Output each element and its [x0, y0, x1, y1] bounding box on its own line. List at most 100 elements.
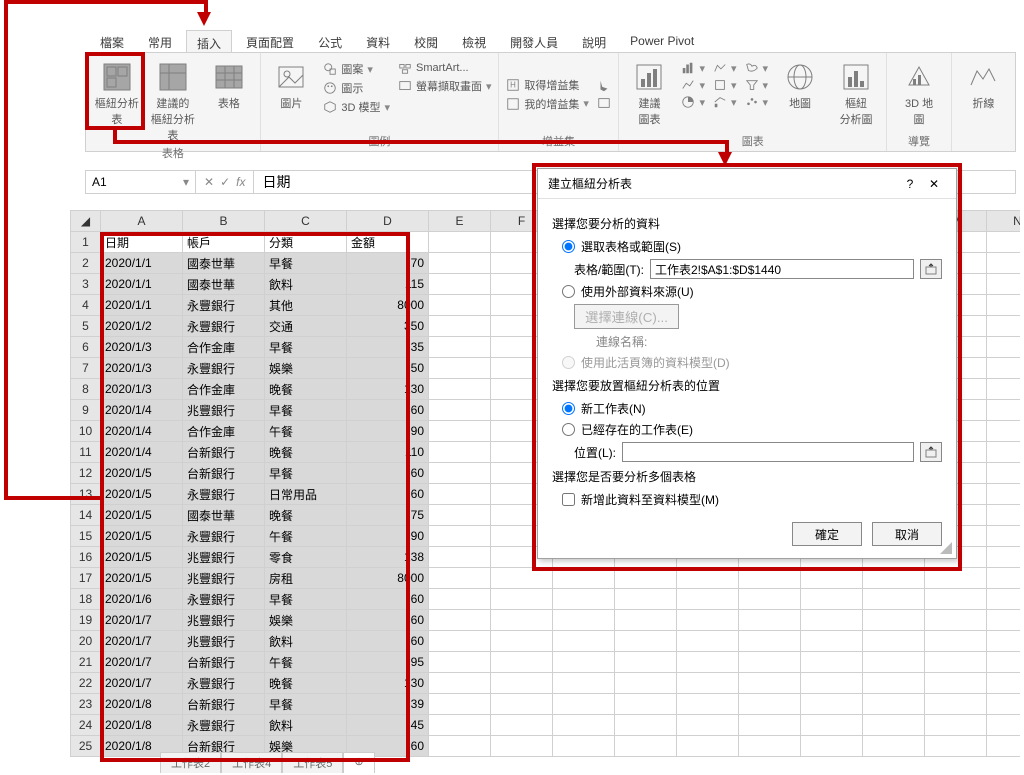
new-sheet-button[interactable]: ⊕ [343, 752, 374, 773]
grid-cell[interactable]: 永豐銀行 [183, 589, 265, 610]
grid-cell[interactable]: 永豐銀行 [183, 295, 265, 316]
grid-cell[interactable]: 兆豐銀行 [183, 568, 265, 589]
grid-cell[interactable] [491, 715, 553, 736]
grid-cell[interactable] [553, 694, 615, 715]
grid-cell[interactable] [863, 736, 925, 757]
row-header[interactable]: 16 [71, 547, 101, 568]
grid-cell[interactable] [987, 337, 1021, 358]
3dmodels-button[interactable]: 3D 模型▾ [323, 99, 390, 115]
sheet-tab[interactable]: 工作表4 [221, 752, 282, 773]
grid-cell[interactable]: 2020/1/3 [101, 337, 183, 358]
grid-cell[interactable] [987, 379, 1021, 400]
grid-cell[interactable]: 2020/1/6 [101, 589, 183, 610]
grid-cell[interactable]: 午餐 [265, 421, 347, 442]
grid-cell[interactable] [987, 736, 1021, 757]
grid-cell[interactable]: 永豐銀行 [183, 316, 265, 337]
radio-existing-sheet[interactable] [562, 423, 575, 436]
fx-icon[interactable]: fx [236, 175, 245, 189]
grid-cell[interactable] [863, 652, 925, 673]
grid-cell[interactable] [987, 253, 1021, 274]
select-all-cell[interactable]: ◢ [71, 211, 101, 232]
row-header[interactable]: 22 [71, 673, 101, 694]
grid-cell[interactable]: 晚餐 [265, 673, 347, 694]
grid-cell[interactable] [987, 421, 1021, 442]
sheet-tab[interactable]: 工作表2 [160, 752, 221, 773]
grid-cell[interactable]: 台新銀行 [183, 463, 265, 484]
grid-cell[interactable] [553, 589, 615, 610]
grid-cell[interactable] [429, 337, 491, 358]
grid-cell[interactable]: 飲料 [265, 274, 347, 295]
row-header[interactable]: 6 [71, 337, 101, 358]
grid-cell[interactable] [925, 631, 987, 652]
name-box[interactable]: A1 ▾ [86, 171, 196, 193]
grid-cell[interactable]: 零食 [265, 547, 347, 568]
grid-cell[interactable] [987, 652, 1021, 673]
recommended-pivot-button[interactable]: 建議的 樞紐分析表 [147, 57, 199, 143]
grid-cell[interactable]: 2020/1/5 [101, 463, 183, 484]
row-header[interactable]: 4 [71, 295, 101, 316]
grid-cell[interactable] [677, 589, 739, 610]
grid-cell[interactable] [987, 715, 1021, 736]
grid-cell[interactable] [801, 673, 863, 694]
grid-cell[interactable] [429, 547, 491, 568]
grid-cell[interactable] [429, 631, 491, 652]
grid-cell[interactable]: 晚餐 [265, 379, 347, 400]
grid-cell[interactable] [987, 232, 1021, 253]
row-header[interactable]: 13 [71, 484, 101, 505]
grid-cell[interactable] [925, 568, 987, 589]
grid-cell[interactable] [429, 526, 491, 547]
grid-cell[interactable] [801, 610, 863, 631]
get-addins-button[interactable]: H取得增益集 [506, 77, 589, 93]
grid-cell[interactable]: 90 [347, 526, 429, 547]
grid-cell[interactable] [429, 379, 491, 400]
grid-cell[interactable] [863, 715, 925, 736]
grid-cell[interactable]: 國泰世華 [183, 505, 265, 526]
grid-cell[interactable]: 110 [347, 442, 429, 463]
grid-cell[interactable] [987, 589, 1021, 610]
smartart-button[interactable]: SmartArt... [398, 61, 492, 75]
grid-cell[interactable] [615, 694, 677, 715]
3dmap-button[interactable]: 3D 地 圖 [893, 57, 945, 131]
grid-cell[interactable]: 永豐銀行 [183, 673, 265, 694]
grid-cell[interactable] [863, 631, 925, 652]
grid-cell[interactable] [801, 589, 863, 610]
grid-cell[interactable] [429, 421, 491, 442]
chart-type-9[interactable]: ▾ [745, 95, 769, 109]
sparkline-line-button[interactable]: 折線 [957, 57, 1009, 135]
grid-cell[interactable] [491, 589, 553, 610]
grid-cell[interactable] [739, 568, 801, 589]
column-header[interactable]: A [101, 211, 183, 232]
grid-cell[interactable]: 兆豐銀行 [183, 631, 265, 652]
grid-cell[interactable]: 國泰世華 [183, 253, 265, 274]
grid-cell[interactable]: 8000 [347, 568, 429, 589]
row-header[interactable]: 23 [71, 694, 101, 715]
grid-cell[interactable]: 2020/1/5 [101, 568, 183, 589]
grid-cell[interactable]: 永豐銀行 [183, 484, 265, 505]
row-header[interactable]: 8 [71, 379, 101, 400]
grid-cell[interactable] [677, 610, 739, 631]
grid-cell[interactable]: 早餐 [265, 400, 347, 421]
radio-new-sheet[interactable] [562, 402, 575, 415]
sheet-tab[interactable]: 工作表5 [282, 752, 343, 773]
grid-cell[interactable] [987, 295, 1021, 316]
grid-cell[interactable]: 早餐 [265, 694, 347, 715]
grid-cell[interactable] [429, 484, 491, 505]
grid-cell[interactable] [863, 589, 925, 610]
icons-button[interactable]: 圖示 [323, 80, 390, 96]
grid-cell[interactable] [739, 652, 801, 673]
grid-cell[interactable]: 帳戶 [183, 232, 265, 253]
grid-cell[interactable] [677, 568, 739, 589]
grid-cell[interactable] [677, 736, 739, 757]
location-picker-button[interactable] [920, 442, 942, 462]
grid-cell[interactable]: 50 [347, 358, 429, 379]
grid-cell[interactable]: 永豐銀行 [183, 358, 265, 379]
grid-cell[interactable]: 娛樂 [265, 610, 347, 631]
grid-cell[interactable]: 2020/1/5 [101, 526, 183, 547]
grid-cell[interactable] [615, 568, 677, 589]
grid-cell[interactable]: 兆豐銀行 [183, 547, 265, 568]
grid-cell[interactable]: 70 [347, 253, 429, 274]
row-header[interactable]: 21 [71, 652, 101, 673]
grid-cell[interactable] [739, 589, 801, 610]
grid-cell[interactable] [491, 673, 553, 694]
grid-cell[interactable]: 45 [347, 715, 429, 736]
